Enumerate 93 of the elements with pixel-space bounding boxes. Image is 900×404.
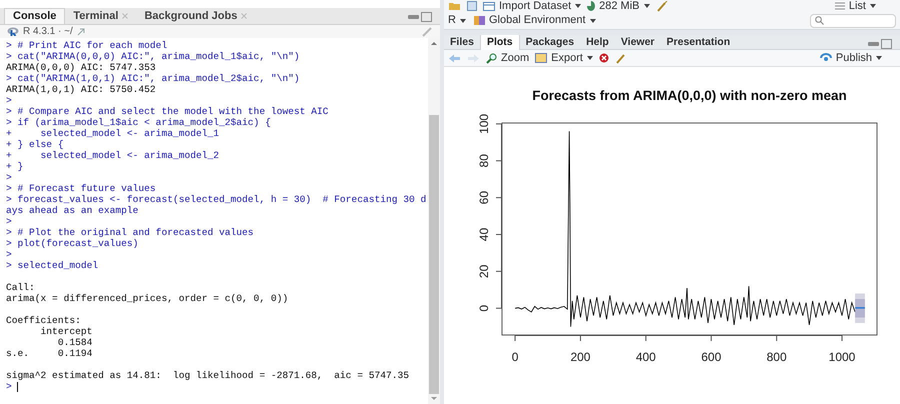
caret-icon xyxy=(460,18,466,22)
y-tick-label: 20 xyxy=(477,264,491,278)
remove-plot-icon[interactable] xyxy=(598,53,609,63)
pane-tab[interactable]: Help xyxy=(580,35,615,50)
r-version-label: R 4.3.1 · ~/ xyxy=(23,25,73,39)
export-button[interactable]: Export xyxy=(535,50,593,66)
pane-tab[interactable]: Packages xyxy=(520,35,580,50)
console-input-line: > xyxy=(6,381,12,392)
caret-icon xyxy=(644,4,650,8)
console-output-line: ARIMA(1,0,1) AIC: 5750.452 xyxy=(6,84,156,95)
console-output-line: intercept xyxy=(40,326,92,337)
console-output-line: Call: xyxy=(6,282,35,293)
x-tick-label: 200 xyxy=(570,350,590,364)
import-dataset-button[interactable]: Import Dataset xyxy=(483,0,582,14)
x-tick-label: 1000 xyxy=(828,350,856,364)
pane-tab[interactable]: Plots xyxy=(480,35,520,50)
console-input-line: > forecast_values <- forecast(selected_model, h = 30) # Forecasting 30 d xyxy=(6,194,426,205)
caret-icon xyxy=(575,4,582,8)
y-tick-label: 80 xyxy=(477,154,491,168)
chart-title: Forecasts from ARIMA(0,0,0) with non-zero mean xyxy=(532,88,847,103)
environment-dropdown[interactable]: Global Environment xyxy=(474,12,596,29)
console-input-line: > xyxy=(6,249,12,260)
console-input-line: ays ahead as an example xyxy=(6,205,138,216)
save-icon[interactable] xyxy=(467,1,477,11)
y-tick-label: 60 xyxy=(477,190,491,204)
console-input-line: > # Forecast future values xyxy=(6,183,156,194)
zoom-button[interactable]: Zoom xyxy=(486,50,530,66)
memory-usage-button[interactable]: 282 MiB xyxy=(587,0,650,14)
y-tick-label: 0 xyxy=(477,304,491,312)
broom-icon[interactable] xyxy=(656,0,668,12)
image-icon xyxy=(535,53,548,63)
pane-tab[interactable]: Presentation xyxy=(660,35,736,50)
console-output-line: Coefficients: xyxy=(6,315,81,326)
maximize-icon[interactable] xyxy=(881,39,892,49)
caret-icon xyxy=(586,56,593,60)
console-input-line: > # Plot the original and forecasted values xyxy=(6,227,254,238)
x-tick-label: 0 xyxy=(512,350,518,364)
console-input-line: > xyxy=(6,172,12,183)
console-input-line: > selected_model xyxy=(6,260,98,271)
publish-button[interactable]: Publish xyxy=(820,50,882,66)
console-tab[interactable]: Console xyxy=(4,8,66,24)
pane-tab[interactable]: Files xyxy=(444,35,480,50)
back-arrow-icon[interactable] xyxy=(448,54,461,62)
text-cursor xyxy=(16,382,18,392)
console-input-line: > xyxy=(6,216,12,227)
close-icon[interactable] xyxy=(241,13,248,19)
console-tab[interactable]: Terminal xyxy=(65,8,136,24)
forecast-line xyxy=(855,307,865,309)
console-output-line: ARIMA(0,0,0) AIC: 5747.353 xyxy=(6,62,156,73)
maximize-icon[interactable] xyxy=(421,12,432,22)
console-input-line: + } xyxy=(6,161,24,172)
console-input-line: + selected_model <- arima_model_2 xyxy=(6,150,220,161)
close-icon[interactable] xyxy=(122,13,128,19)
console-input-line: > # Print AIC for each model xyxy=(6,40,168,51)
console-output-line: sigma^2 estimated as 14.81: log likelihood = -2871.68, aic = 5747.35 xyxy=(6,370,410,381)
minimize-icon[interactable] xyxy=(408,15,419,19)
language-dropdown[interactable]: R xyxy=(448,12,466,29)
list-view-button[interactable]: List xyxy=(834,0,876,14)
console-output-line: arima(x = differenced_prices, order = c(0, 0, 0)) xyxy=(6,293,288,304)
console-input-line: > xyxy=(6,95,12,106)
console-tab[interactable]: Background Jobs xyxy=(136,8,256,24)
pane-tab[interactable]: Viewer xyxy=(614,35,661,50)
y-tick-label: 100 xyxy=(477,114,491,134)
console-input-line: > cat("ARIMA(0,0,0) AIC:", arima_model_1$aic, "\n") xyxy=(6,51,300,62)
arrow-icon[interactable] xyxy=(76,28,85,36)
minimize-icon[interactable] xyxy=(868,42,879,46)
console-input-line: + selected_model <- arima_model_1 xyxy=(6,128,220,139)
console-input-line: > # Compare AIC and select the model with the lowest AIC xyxy=(6,106,328,117)
console-output-line: 0.1584 xyxy=(56,337,92,348)
x-tick-label: 600 xyxy=(701,350,722,364)
scrollbar-thumb[interactable] xyxy=(429,115,439,394)
y-tick-label: 40 xyxy=(477,228,491,242)
broom-icon[interactable] xyxy=(421,26,433,36)
console-output-line: s.e. 0.1194 xyxy=(6,348,92,359)
caret-icon xyxy=(590,18,596,22)
forward-arrow-icon[interactable] xyxy=(467,54,480,62)
x-tick-label: 400 xyxy=(636,350,656,364)
pie-chart-icon xyxy=(587,1,596,11)
cube-icon xyxy=(474,15,485,26)
x-tick-label: 800 xyxy=(766,350,787,364)
caret-icon xyxy=(876,56,882,60)
search-icon xyxy=(815,16,824,25)
search-field[interactable] xyxy=(810,14,896,28)
console-input-line: > plot(forecast_values) xyxy=(6,238,138,249)
scrollbar[interactable] xyxy=(428,38,440,404)
caret-icon xyxy=(870,4,876,8)
console-input-line: > if (arima_model_1$aic < arima_model_2$aic) { xyxy=(6,117,271,128)
magnifier-icon xyxy=(486,52,497,64)
console-input-line: > cat("ARIMA(1,0,1) AIC:", arima_model_2$aic, "\n") xyxy=(6,73,300,84)
broom-icon[interactable] xyxy=(614,52,627,64)
console-input-line: + } else { xyxy=(6,139,64,150)
list-icon xyxy=(834,2,845,10)
publish-icon xyxy=(820,53,832,63)
